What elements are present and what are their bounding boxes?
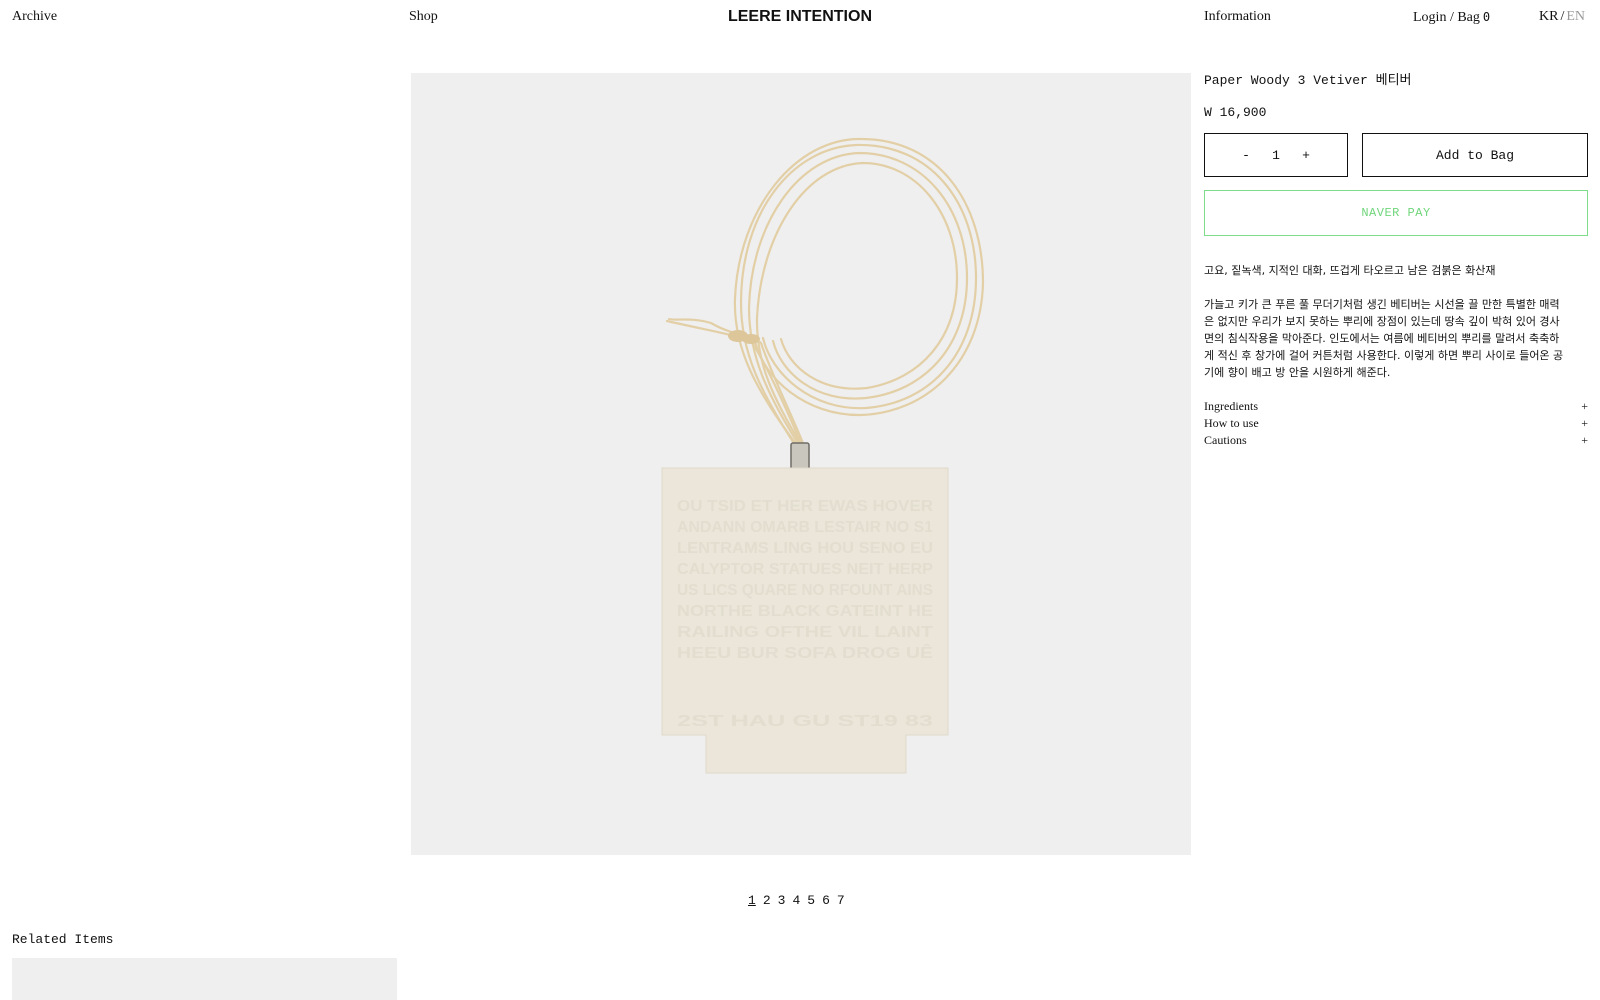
accordion-ingredients[interactable]: Ingredients + <box>1204 398 1588 415</box>
expand-icon[interactable]: + <box>1581 398 1588 415</box>
naver-pay-button[interactable]: NAVER PAY <box>1204 190 1588 236</box>
product-description: 가늘고 키가 큰 푸른 풀 무더기처럼 생긴 베티버는 시선을 끌 만한 특별한… <box>1204 296 1588 381</box>
expand-icon[interactable]: + <box>1581 415 1588 432</box>
emboss-line-7: RAILING OFTHE VIL LAINT <box>677 624 933 641</box>
page-link-6[interactable]: 6 <box>822 892 830 910</box>
emboss-line-4: CALYPTOR STATUES NEIT HERP <box>677 561 933 578</box>
nav-shop-link[interactable]: Shop <box>409 8 438 26</box>
language-switcher: KR / EN <box>1539 8 1585 26</box>
quantity-increase-button[interactable]: + <box>1291 148 1321 163</box>
account-bag-nav: Login / Bag 0 <box>1413 8 1490 27</box>
brand-logo[interactable]: LEERE INTENTION <box>728 8 872 25</box>
bag-count: 0 <box>1482 10 1491 24</box>
product-price: W 16,900 <box>1204 105 1267 120</box>
description-line: 가늘고 키가 큰 푸른 풀 무더기처럼 생긴 베티버는 시선을 끌 만한 특별한… <box>1204 298 1560 311</box>
emboss-line-9: 2ST HAU GU ST19 83 <box>677 713 933 730</box>
bag-link[interactable]: Bag <box>1457 10 1480 25</box>
description-line: 면의 침식작용을 막아준다. 인도에서는 여름에 베티버의 뿌리를 말려서 축축… <box>1204 332 1560 345</box>
page-link-5[interactable]: 5 <box>807 892 815 910</box>
quantity-stepper: - 1 + <box>1204 133 1348 177</box>
accordion-label: Ingredients <box>1204 399 1258 413</box>
product-tagline: 고요, 짙녹색, 지적인 대화, 뜨겁게 타오르고 남은 검붉은 화산재 <box>1204 264 1496 277</box>
cord-illustration <box>665 137 985 450</box>
description-line: 은 없지만 우리가 보지 못하는 뿌리에 장점이 있는데 땅속 깊이 박혀 있어… <box>1204 315 1560 328</box>
product-image[interactable]: OU TSID ET HER EWAS HOVER ANDANN OMARB L… <box>411 73 1191 855</box>
page-link-3[interactable]: 3 <box>778 892 786 910</box>
page-link-2[interactable]: 2 <box>763 892 771 910</box>
quantity-value[interactable]: 1 <box>1261 148 1291 163</box>
lang-en-link[interactable]: EN <box>1566 9 1585 24</box>
brand-logo-wrapper: LEERE INTENTION <box>0 6 1600 28</box>
emboss-line-6: NORTHE BLACK GATEINT HE <box>677 603 933 620</box>
description-line: 기에 향이 배고 방 안을 시원하게 해준다. <box>1204 366 1391 379</box>
product-title: Paper Woody 3 Vetiver 베티버 <box>1204 73 1412 88</box>
expand-icon[interactable]: + <box>1581 432 1588 449</box>
page-link-7[interactable]: 7 <box>837 892 845 910</box>
page-link-4[interactable]: 4 <box>792 892 800 910</box>
image-pagination: 1234567 <box>748 892 852 910</box>
lang-separator: / <box>1560 9 1565 24</box>
emboss-line-1: OU TSID ET HER EWAS HOVER <box>677 498 933 515</box>
page-link-1[interactable]: 1 <box>748 892 756 910</box>
emboss-line-3: LENTRAMS LING HOU SENO EU <box>677 540 933 557</box>
accordion-how-to-use[interactable]: How to use + <box>1204 415 1588 432</box>
product-photo-illustration: OU TSID ET HER EWAS HOVER ANDANN OMARB L… <box>661 137 985 774</box>
related-items-title: Related Items <box>12 932 114 947</box>
emboss-line-2: ANDANN OMARB LESTAIR NO S1 <box>677 519 933 536</box>
login-bag-separator: / <box>1449 10 1454 25</box>
add-to-bag-button[interactable]: Add to Bag <box>1362 133 1588 177</box>
login-link[interactable]: Login <box>1413 10 1446 25</box>
nav-information-label[interactable]: Information <box>1204 9 1271 24</box>
quantity-decrease-button[interactable]: - <box>1231 148 1261 163</box>
nav-information-link[interactable]: Information <box>1204 8 1271 26</box>
description-line: 게 적신 후 창가에 걸어 커튼처럼 사용한다. 이렇게 하면 뿌리 사이로 들… <box>1204 349 1564 362</box>
nav-shop-label[interactable]: Shop <box>409 9 438 24</box>
nav-archive-label[interactable]: Archive <box>12 9 57 24</box>
nav-archive-link[interactable]: Archive <box>12 8 57 26</box>
related-item-card[interactable] <box>12 958 397 1000</box>
lang-kr-link[interactable]: KR <box>1539 9 1558 24</box>
accordion-cautions[interactable]: Cautions + <box>1204 432 1588 449</box>
cord-knot <box>728 330 760 344</box>
emboss-line-8: HEEU BUR SOFA DROG UÊ <box>677 643 933 662</box>
accordion-label: Cautions <box>1204 433 1247 447</box>
emboss-line-5: US LICS QUARE NO RFOUNT AINS <box>677 582 933 599</box>
accordion-label: How to use <box>1204 416 1259 430</box>
